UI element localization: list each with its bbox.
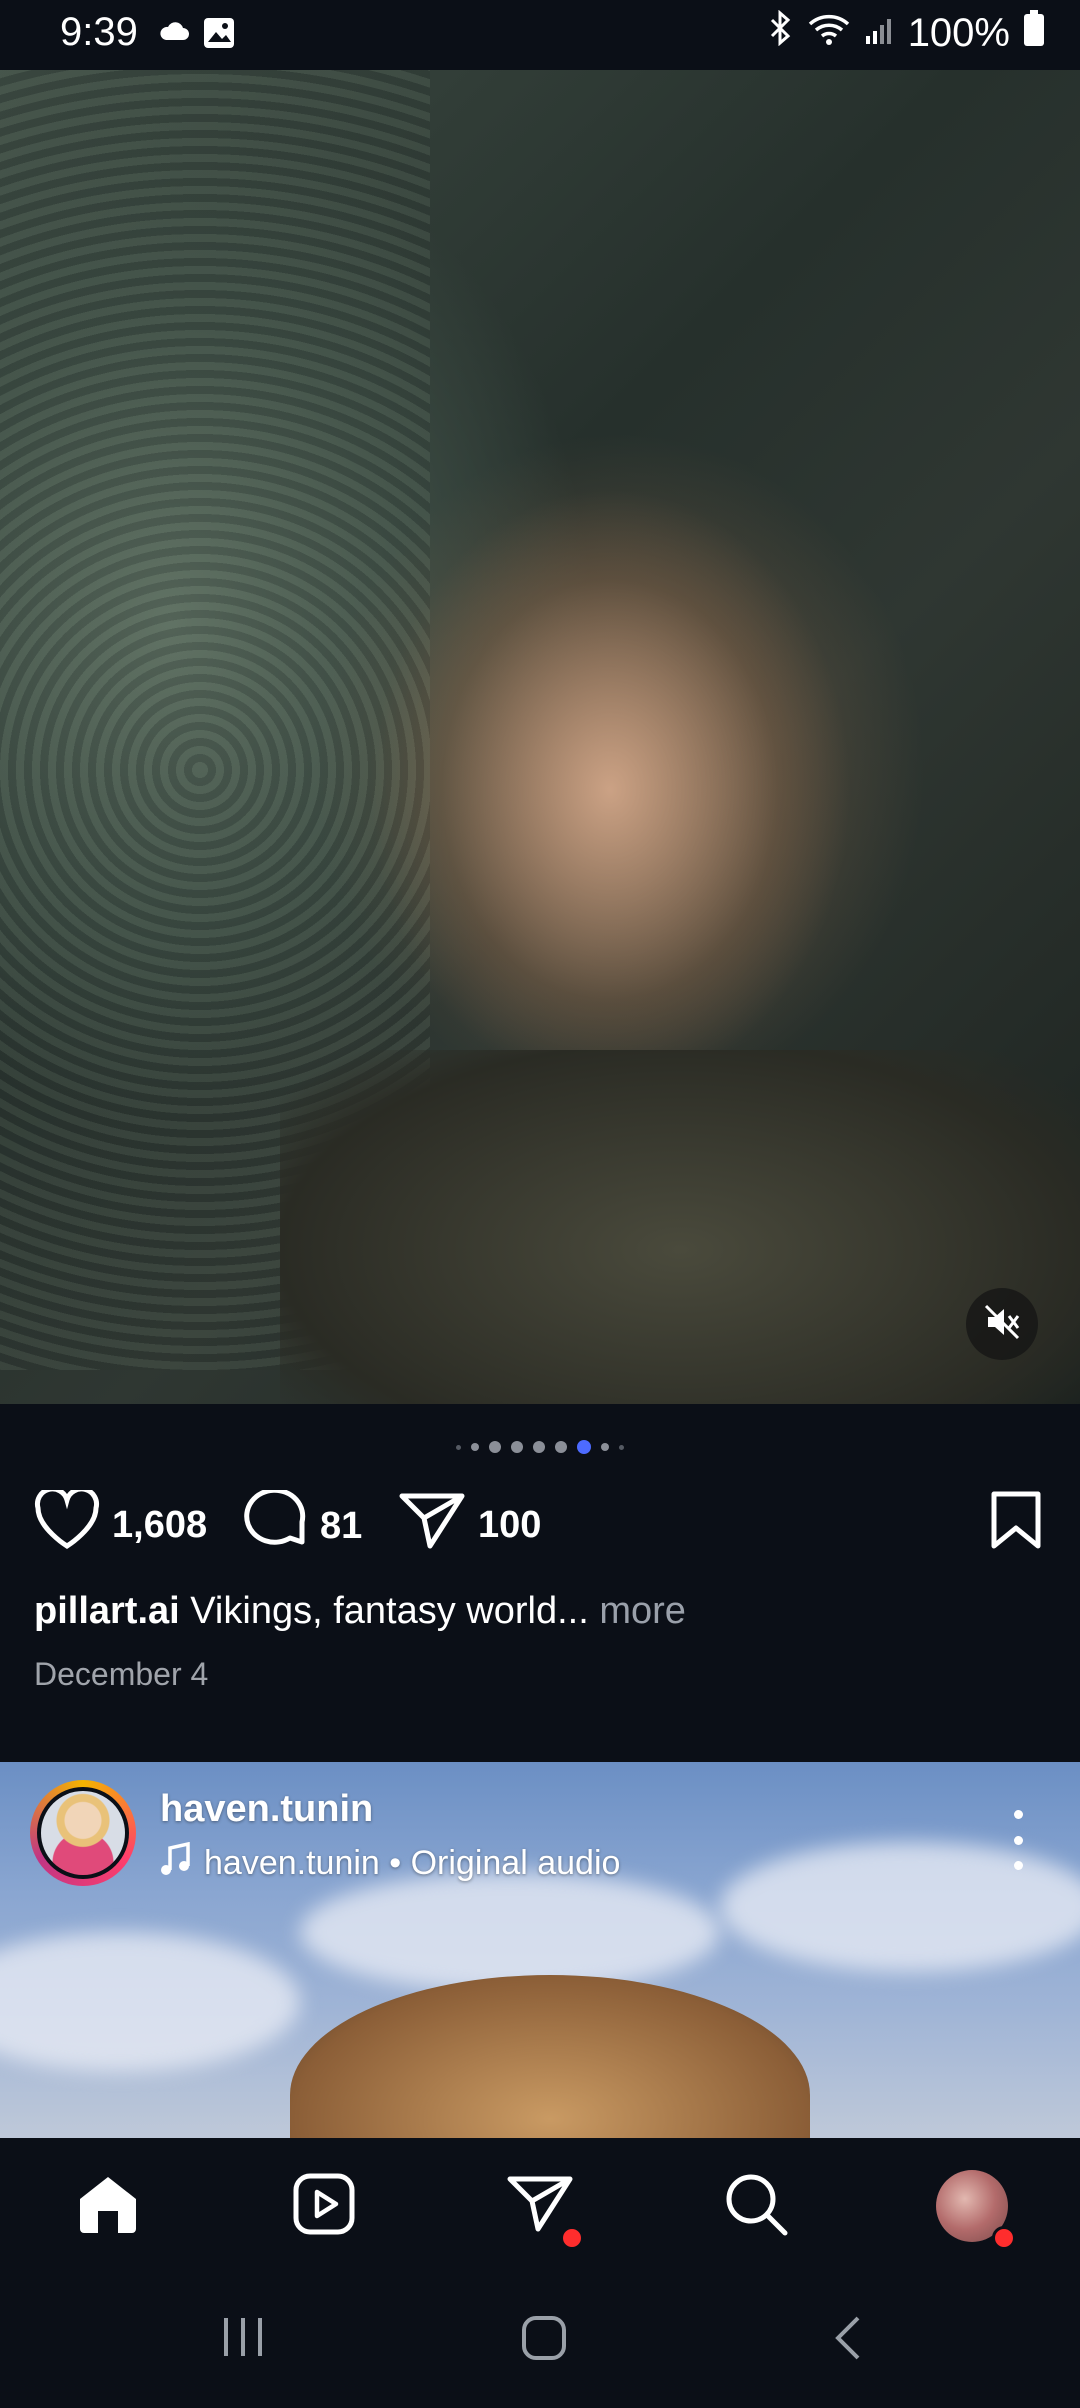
gallery-icon — [202, 16, 236, 55]
nav-search[interactable] — [716, 2166, 796, 2246]
like-count: 1,608 — [112, 1503, 208, 1546]
mute-button[interactable] — [966, 1288, 1038, 1360]
back-icon[interactable] — [830, 2314, 866, 2367]
search-icon — [723, 2171, 789, 2242]
status-bar: 9:39 100% — [0, 0, 1080, 70]
home-icon — [76, 2173, 140, 2240]
share-button[interactable]: 100 — [398, 1490, 541, 1560]
caption-username[interactable]: pillart.ai — [34, 1590, 180, 1632]
recents-icon[interactable] — [220, 2314, 266, 2365]
nav-profile[interactable] — [932, 2166, 1016, 2250]
carousel-dot — [489, 1441, 501, 1453]
send-icon — [398, 1490, 466, 1560]
cloud-icon — [158, 20, 190, 47]
comment-count: 81 — [320, 1504, 363, 1547]
messages-notification-dot — [560, 2226, 584, 2250]
muted-speaker-icon — [982, 1302, 1022, 1347]
like-button[interactable]: 1,608 — [34, 1486, 208, 1560]
caption-more-link[interactable]: more — [589, 1590, 686, 1632]
carousel-dots — [0, 1437, 1080, 1457]
system-navigation — [0, 2274, 1080, 2408]
bottom-navigation — [0, 2138, 1080, 2274]
carousel-dot — [456, 1444, 461, 1450]
caption-text: Vikings, fantasy world... — [179, 1590, 589, 1632]
nav-reels[interactable] — [284, 2166, 364, 2246]
home-button-icon[interactable] — [520, 2314, 568, 2367]
heart-icon — [34, 1486, 100, 1560]
wifi-icon — [808, 11, 850, 56]
carousel-dot — [555, 1441, 567, 1453]
bookmark-icon — [988, 1491, 1044, 1554]
post-caption[interactable]: pillart.ai Vikings, fantasy world... mor… — [34, 1590, 686, 1633]
carousel-dot — [471, 1443, 479, 1451]
post-actions: 1,608 81 100 — [34, 1486, 1044, 1562]
post2-audio-link[interactable]: haven.tunin • Original audio — [160, 1841, 621, 1885]
music-note-icon — [160, 1841, 190, 1885]
comment-icon — [244, 1487, 308, 1562]
post2-audio-text: haven.tunin • Original audio — [204, 1844, 621, 1882]
post2-username[interactable]: haven.tunin — [160, 1788, 373, 1831]
post-date: December 4 — [34, 1656, 209, 1692]
carousel-dot — [619, 1444, 624, 1450]
nav-messages[interactable] — [500, 2166, 584, 2250]
signal-icon — [864, 11, 894, 56]
carousel-dot — [511, 1441, 523, 1453]
comment-button[interactable]: 81 — [244, 1487, 363, 1562]
reels-icon — [292, 2172, 356, 2241]
bluetooth-icon — [768, 9, 794, 56]
scarf-texture — [280, 1050, 1080, 1404]
status-time: 9:39 — [60, 10, 138, 54]
profile-notification-dot — [992, 2226, 1016, 2250]
battery-icon — [1024, 10, 1044, 56]
avatar — [41, 1791, 125, 1875]
save-button[interactable] — [988, 1490, 1044, 1555]
post2-more-options-icon[interactable] — [1000, 1810, 1036, 1870]
carousel-dot — [601, 1443, 609, 1451]
carousel-dot — [533, 1441, 545, 1453]
share-count: 100 — [478, 1503, 542, 1546]
status-right: 100% — [768, 9, 1044, 56]
carousel-dot-active — [577, 1440, 591, 1454]
post2-avatar[interactable] — [30, 1780, 136, 1886]
battery-text: 100% — [907, 10, 1010, 55]
nav-home[interactable] — [68, 2166, 148, 2246]
